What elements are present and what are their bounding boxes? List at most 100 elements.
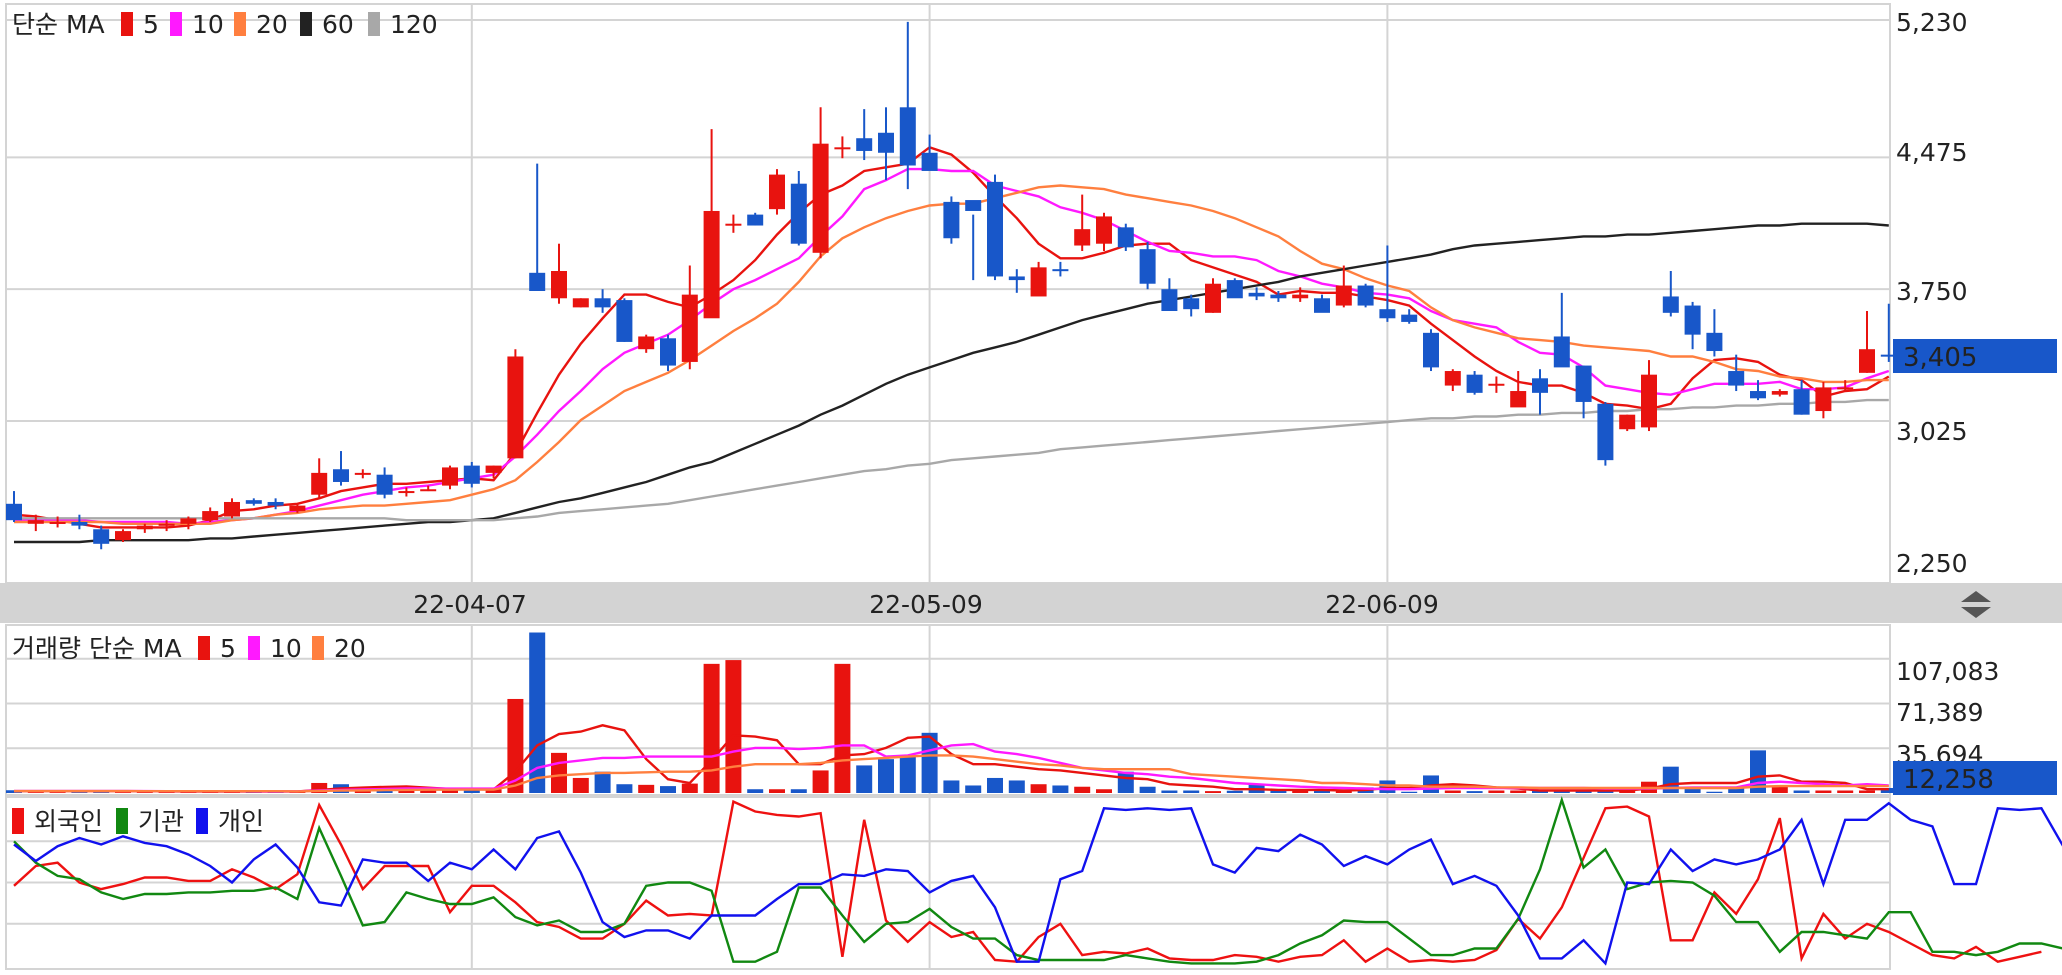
date-label: 22-04-07 [413,590,526,619]
candle-body [878,132,894,153]
candle-body [463,465,480,484]
candle [681,265,698,370]
candle [1357,283,1374,308]
candle-body [311,472,328,495]
candle-body [49,521,66,524]
candle-body [943,201,960,239]
volume-bar [834,663,851,793]
candle-body [136,525,153,530]
candle [1641,360,1657,432]
volume-bar [1117,771,1134,793]
legend-label-vol-ma20: 20 [334,634,366,663]
candle [769,169,785,215]
stock-chart-screen: 22-04-07 22-05-09 22-06-09 단순 MA 5 10 20… [0,0,2062,975]
price-axis: 5,230 4,475 3,750 3,025 2,250 [1896,8,1968,578]
candle-body [1728,371,1745,386]
chart-canvas[interactable]: 22-04-07 22-05-09 22-06-09 단순 MA 5 10 20… [0,0,2062,975]
volume-bar [703,663,720,793]
price-legend-title: 단순 MA [12,10,105,39]
volume-bar [1139,786,1156,793]
volume-bar [1510,790,1527,793]
legend-swatch-individual [196,808,208,834]
current-volume-label: 12,258 [1903,765,1994,795]
legend-swatch-ma20 [234,12,246,36]
candle [1815,381,1832,419]
candle-body [93,529,110,544]
date-label: 22-05-09 [869,590,982,619]
legend-label-institution: 기관 [138,807,184,836]
candle-body [224,501,240,517]
candle [1532,369,1548,415]
candle [747,212,764,226]
legend-swatch-vol-ma20 [312,636,324,660]
volume-bar [812,770,829,793]
candle [1859,311,1875,373]
candle [987,174,1003,281]
candle [725,214,742,233]
volume-bar [965,785,982,793]
candle [812,107,829,259]
candle-body [1074,229,1091,246]
candle-body [1226,280,1243,299]
candle-body [769,174,785,210]
volume-bar [660,786,676,793]
candle-body [507,356,524,459]
candle-body [71,521,88,526]
candle [1052,261,1069,277]
volume-bar [790,789,807,793]
candle [1706,309,1723,357]
candle-body [921,152,938,171]
candle [660,334,676,372]
volume-bar [1161,790,1178,793]
candlestick-series [6,21,1897,550]
volume-bar [856,765,873,793]
candle [1117,223,1134,251]
candle-body [1532,378,1548,393]
candle-body [245,500,262,504]
candle-body [616,300,633,342]
candle-body [1771,391,1788,395]
candle-body [1248,292,1265,297]
candle-body [333,469,349,482]
candle [1597,401,1614,466]
volume-bar [1183,790,1200,793]
candle-body [1161,289,1178,312]
candle [202,507,219,522]
investor-legend: 외국인 기관 개인 [12,807,264,836]
candle [551,243,567,304]
candle-body [376,474,393,495]
candle-body [1052,269,1069,272]
volume-bar [987,777,1003,793]
candle-body [27,520,44,524]
price-panel-frame [5,3,1891,584]
candle [1444,369,1461,392]
candle-body [1641,374,1657,428]
volume-bar [1859,790,1875,793]
price-legend: 단순 MA 5 10 20 60 120 [12,10,438,39]
candle-body [1205,283,1221,313]
volume-bar [681,783,698,793]
volume-bar [1008,780,1025,793]
candle-body [1815,387,1832,412]
candle-body [1008,276,1025,281]
candle [245,498,262,506]
candle-body [1335,285,1352,306]
volume-bar [1052,785,1069,793]
candle [1139,241,1156,290]
candle-body [1859,349,1875,373]
candle-body [747,214,764,226]
date-label: 22-06-09 [1325,590,1438,619]
candle [1096,212,1112,251]
candle [943,196,960,244]
candle-body [180,518,197,524]
candle [638,334,655,353]
candle-body [1619,414,1636,430]
volume-bar [943,780,960,793]
candle-body [1270,294,1287,299]
candle [463,461,480,488]
candle [856,109,873,161]
volume-bar [1226,790,1243,793]
candle-body [1117,227,1134,248]
candle-body [442,467,458,486]
date-axis-band[interactable] [0,583,2062,623]
